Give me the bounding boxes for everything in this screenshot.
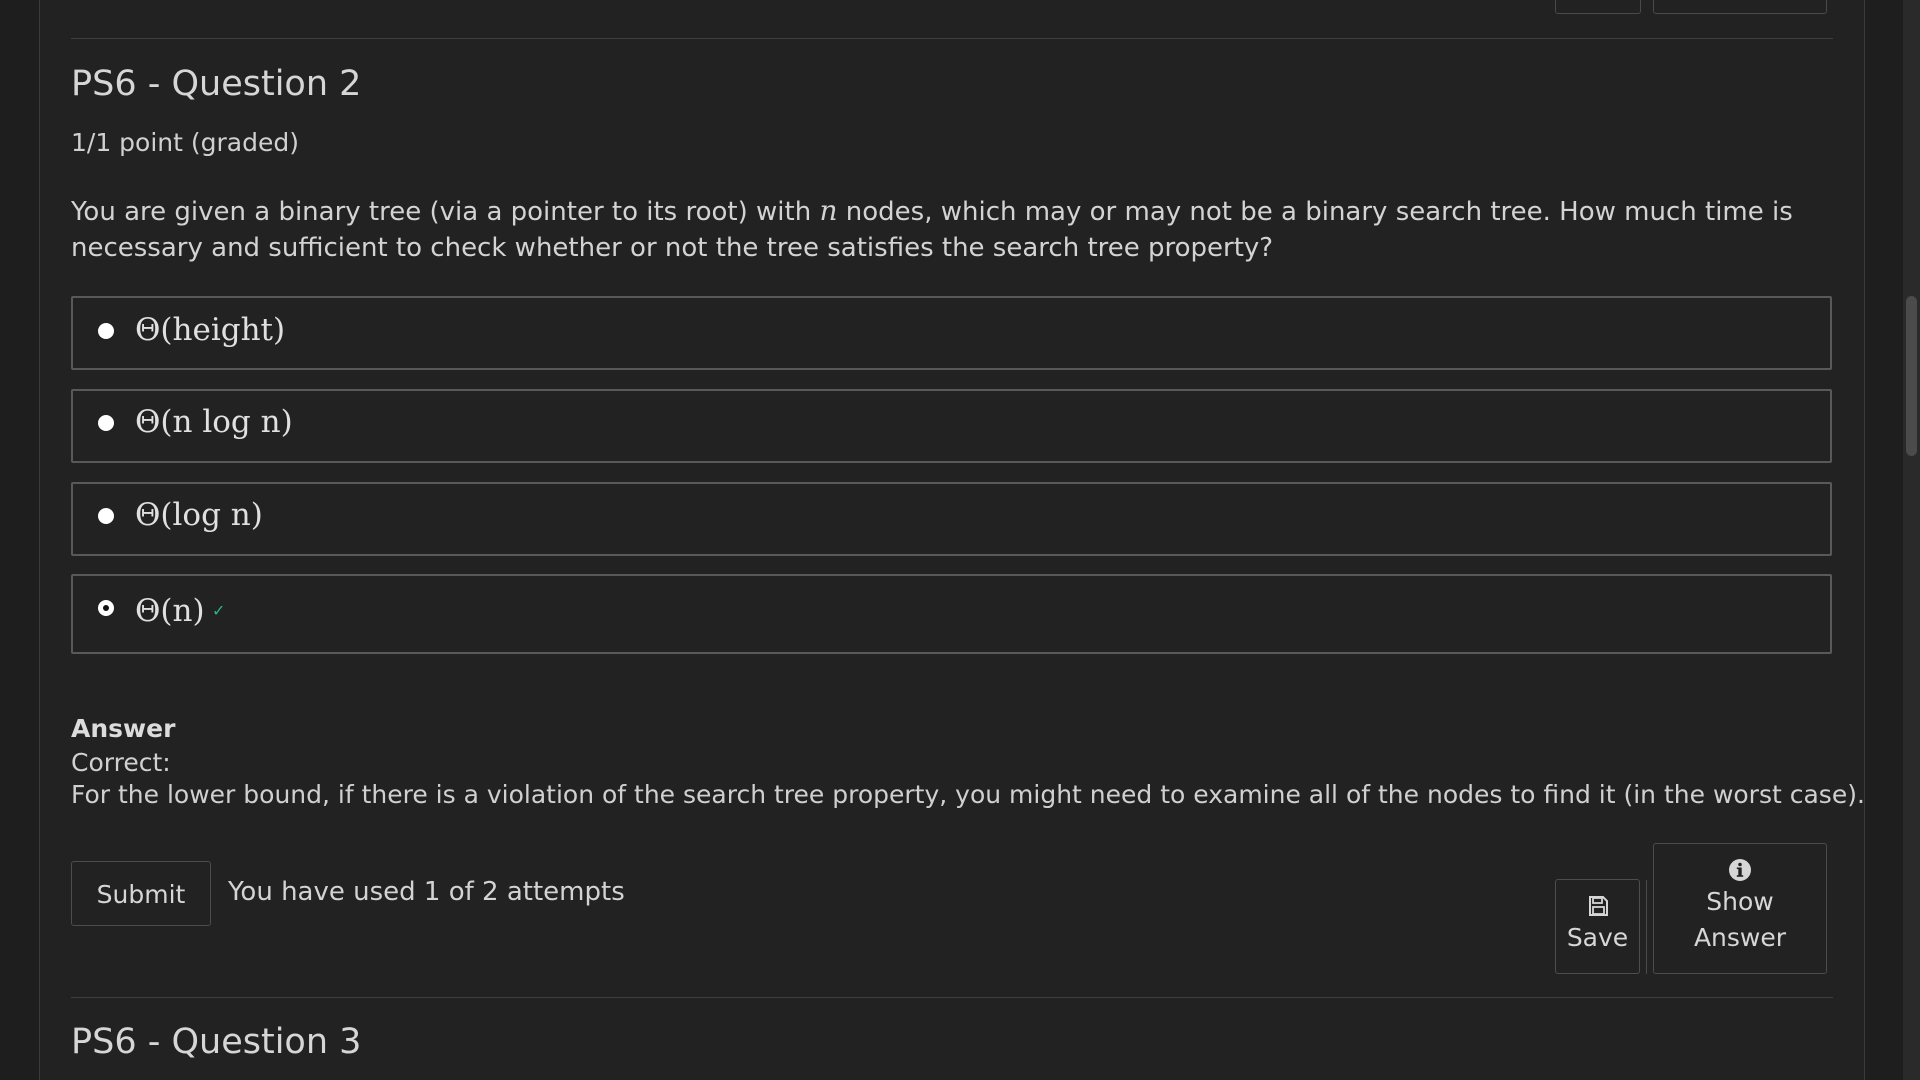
attempts-count: You have used 1 of 2 attempts — [228, 877, 625, 907]
answer-explanation: For the lower bound, if there is a viola… — [71, 780, 1865, 809]
section-divider — [71, 38, 1833, 39]
choice-label: Θ(n) — [135, 593, 205, 629]
radio-button-selected[interactable] — [98, 600, 114, 616]
show-answer-label-line1: Show — [1706, 887, 1774, 916]
question-2-title: PS6 - Question 2 — [71, 64, 362, 104]
question-3-title: PS6 - Question 3 — [71, 1022, 362, 1062]
radio-button[interactable] — [98, 415, 114, 431]
answer-status: Correct: — [71, 748, 171, 777]
choice-label: Θ(n log n) — [135, 404, 293, 440]
top-save-button-edge[interactable] — [1555, 0, 1641, 14]
button-separator — [1646, 880, 1647, 974]
prompt-text-start: You are given a binary tree (via a point… — [71, 197, 820, 227]
save-button[interactable]: Save — [1555, 879, 1640, 974]
top-show-answer-button-edge[interactable] — [1653, 0, 1827, 14]
choice-option[interactable]: Θ(n log n) — [71, 389, 1832, 463]
submit-button[interactable]: Submit — [71, 861, 211, 926]
radio-button[interactable] — [98, 323, 114, 339]
save-label: Save — [1566, 923, 1629, 952]
section-divider — [71, 997, 1833, 998]
choice-option[interactable]: Θ(log n) — [71, 482, 1832, 556]
show-answer-label-line2: Answer — [1693, 923, 1787, 952]
floppy-disk-icon — [1588, 896, 1608, 916]
choice-option[interactable]: Θ(height) — [71, 296, 1832, 370]
correct-check-icon: ✓ — [212, 601, 226, 620]
points-status: 1/1 point (graded) — [71, 128, 299, 157]
choice-option-selected[interactable]: Θ(n) ✓ — [71, 574, 1832, 654]
radio-button[interactable] — [98, 508, 114, 524]
choice-label: Θ(height) — [135, 312, 286, 348]
scrollbar-thumb[interactable] — [1906, 296, 1917, 456]
show-answer-button[interactable]: Show Answer — [1653, 843, 1827, 974]
question-prompt: You are given a binary tree (via a point… — [71, 193, 1821, 266]
answer-heading: Answer — [71, 714, 176, 743]
scrollbar-track[interactable] — [1903, 0, 1920, 1080]
choice-label: Θ(log n) — [135, 497, 263, 533]
right-gutter — [1865, 0, 1903, 1080]
left-gutter — [0, 0, 40, 1080]
info-circle-icon — [1729, 859, 1751, 881]
prompt-variable: n — [819, 194, 838, 227]
